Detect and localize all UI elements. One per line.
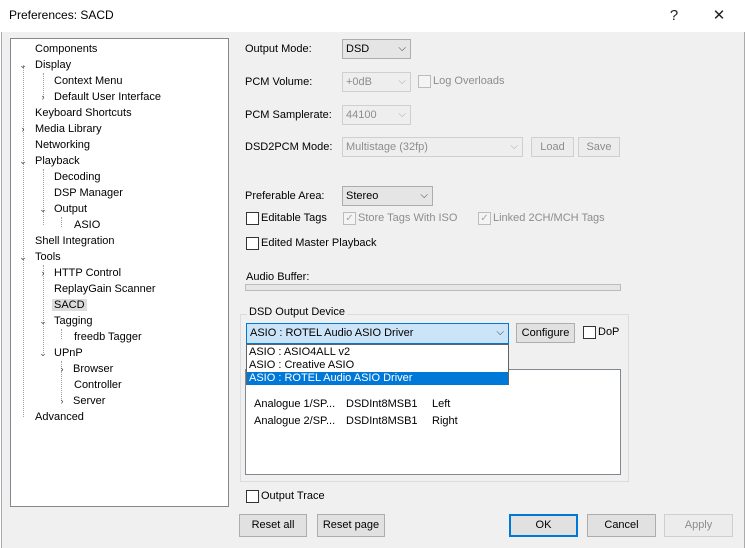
dropdown-option-selected[interactable]: ASIO : ROTEL Audio ASIO Driver: [247, 372, 508, 385]
channel-cell: Analogue 2/SP...: [254, 415, 336, 427]
dsd-output-device-select[interactable]: ASIO : ROTEL Audio ASIO Driver ⌵: [246, 323, 509, 344]
store-tags-with-iso-label: Store Tags With ISO: [358, 212, 458, 224]
format-cell: DSDInt8MSB1: [346, 398, 418, 410]
log-overloads-checkbox[interactable]: [418, 75, 431, 88]
tree-item-keyboard-shortcuts[interactable]: Keyboard Shortcuts: [11, 105, 134, 121]
store-tags-with-iso-checkbox[interactable]: ✓: [343, 212, 356, 225]
help-button[interactable]: ?: [664, 6, 684, 26]
chevron-right-icon[interactable]: ›: [38, 89, 48, 105]
save-button[interactable]: Save: [578, 137, 620, 157]
tree-item-tools[interactable]: ⌄ Tools: [11, 249, 63, 265]
output-trace-checkbox[interactable]: [246, 490, 259, 503]
dsd-output-group-title: DSD Output Device: [247, 306, 347, 318]
mapping-cell: Right: [432, 415, 458, 427]
chevron-down-icon: ⌵: [398, 109, 406, 120]
chevron-down-icon: ⌵: [398, 76, 406, 87]
apply-button[interactable]: Apply: [664, 514, 733, 537]
configure-button[interactable]: Configure: [516, 323, 575, 343]
tree-item-display[interactable]: ⌄ Display: [11, 57, 73, 73]
tree-item-networking[interactable]: Networking: [11, 137, 92, 153]
chevron-right-icon[interactable]: ›: [38, 265, 48, 281]
cancel-button[interactable]: Cancel: [587, 514, 656, 537]
chevron-down-icon: ⌵: [420, 190, 428, 201]
chevron-down-icon[interactable]: ⌄: [18, 249, 28, 265]
editable-tags-checkbox[interactable]: [246, 212, 259, 225]
pcm-volume-select[interactable]: +0dB ⌵: [342, 72, 411, 92]
preferences-tree[interactable]: Components ⌄ Display Context Menu › Defaul…: [10, 38, 229, 507]
dsd-output-device-dropdown[interactable]: ASIO : ASIO4ALL v2 ASIO : Creative ASIO …: [246, 344, 509, 385]
chevron-right-icon[interactable]: ›: [18, 121, 28, 137]
reset-all-button[interactable]: Reset all: [239, 514, 307, 537]
tree-item-sacd[interactable]: SACD: [11, 297, 87, 313]
tree-item-context-menu[interactable]: Context Menu: [11, 73, 124, 89]
tree-item-dsp-manager[interactable]: DSP Manager: [11, 185, 125, 201]
tree-item-shell-integration[interactable]: Shell Integration: [11, 233, 117, 249]
tree-item-components[interactable]: Components: [11, 41, 99, 57]
chevron-down-icon[interactable]: ⌄: [38, 345, 48, 361]
format-cell: DSDInt8MSB1: [346, 415, 418, 427]
output-trace-label: Output Trace: [261, 490, 325, 502]
dop-checkbox[interactable]: [583, 326, 596, 339]
tree-item-http-control[interactable]: › HTTP Control: [11, 265, 123, 281]
tree-item-controller[interactable]: Controller: [11, 377, 124, 393]
load-button[interactable]: Load: [531, 137, 574, 157]
tree-item-media-library[interactable]: › Media Library: [11, 121, 104, 137]
dropdown-option[interactable]: ASIO : ASIO4ALL v2: [247, 346, 508, 359]
dop-label: DoP: [598, 326, 620, 338]
tree-item-freedb-tagger[interactable]: freedb Tagger: [11, 329, 144, 345]
log-overloads-label: Log Overloads: [433, 75, 505, 87]
audio-buffer-label: Audio Buffer:: [246, 271, 310, 283]
ok-button[interactable]: OK: [509, 514, 578, 537]
chevron-down-icon[interactable]: ⌄: [18, 57, 28, 73]
reset-page-button[interactable]: Reset page: [317, 514, 385, 537]
tree-item-asio[interactable]: ASIO: [11, 217, 102, 233]
tree-item-output[interactable]: ⌄ Output: [11, 201, 89, 217]
dsd2pcm-mode-select[interactable]: Multistage (32fp) ⌵: [342, 137, 523, 157]
output-mode-select[interactable]: DSD ⌵: [342, 39, 411, 59]
chevron-down-icon[interactable]: ⌄: [38, 201, 48, 217]
window-title: Preferences: SACD: [9, 8, 114, 22]
dropdown-option[interactable]: ASIO : Creative ASIO: [247, 359, 508, 372]
tree-item-advanced[interactable]: Advanced: [11, 409, 86, 425]
tree-item-upnp[interactable]: ⌄ UPnP: [11, 345, 85, 361]
tree-item-tagging[interactable]: ⌄ Tagging: [11, 313, 95, 329]
pcm-samplerate-label: PCM Samplerate:: [245, 109, 332, 121]
tree-item-replaygain-scanner[interactable]: ReplayGain Scanner: [11, 281, 158, 297]
chevron-down-icon: ⌵: [496, 327, 504, 338]
dsd2pcm-mode-label: DSD2PCM Mode:: [245, 141, 333, 153]
channel-cell: Analogue 1/SP...: [254, 398, 336, 410]
pcm-samplerate-select[interactable]: 44100 ⌵: [342, 105, 411, 125]
audio-buffer-progress: [245, 284, 621, 291]
preferable-area-select[interactable]: Stereo ⌵: [342, 186, 433, 206]
output-mode-label: Output Mode:: [245, 43, 312, 55]
preferable-area-label: Preferable Area:: [245, 190, 325, 202]
chevron-right-icon[interactable]: ›: [57, 361, 67, 377]
tree-item-playback[interactable]: ⌄ Playback: [11, 153, 82, 169]
chevron-right-icon[interactable]: ›: [57, 393, 67, 409]
tree-item-browser[interactable]: › Browser: [11, 361, 115, 377]
tree-item-default-user-interface[interactable]: › Default User Interface: [11, 89, 163, 105]
chevron-down-icon[interactable]: ⌄: [38, 313, 48, 329]
chevron-down-icon[interactable]: ⌄: [18, 153, 28, 169]
mapping-cell: Left: [432, 398, 451, 410]
editable-tags-label: Editable Tags: [261, 212, 327, 224]
linked-tags-checkbox[interactable]: ✓: [478, 212, 491, 225]
chevron-down-icon: ⌵: [510, 141, 518, 152]
edited-master-playback-checkbox[interactable]: [246, 237, 259, 250]
chevron-down-icon: ⌵: [398, 43, 406, 54]
close-icon[interactable]: ✕: [708, 5, 730, 27]
edited-master-playback-label: Edited Master Playback: [261, 237, 377, 249]
pcm-volume-label: PCM Volume:: [245, 76, 313, 88]
tree-item-decoding[interactable]: Decoding: [11, 169, 102, 185]
linked-tags-label: Linked 2CH/MCH Tags: [493, 212, 605, 224]
tree-item-server[interactable]: › Server: [11, 393, 107, 409]
